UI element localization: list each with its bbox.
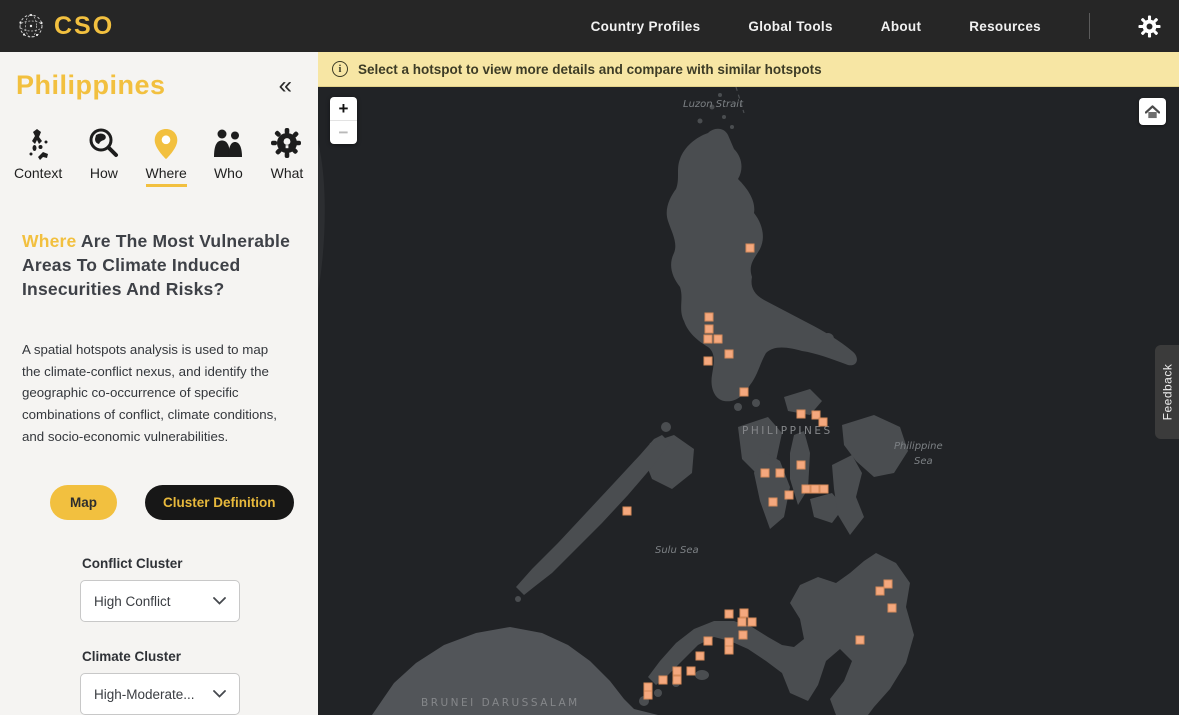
hotspot-marker[interactable] — [776, 469, 785, 478]
chevron-down-icon — [213, 597, 226, 605]
section-description: A spatial hotspots analysis is used to m… — [0, 339, 300, 447]
hotspot-marker[interactable] — [725, 646, 734, 655]
hotspot-marker[interactable] — [797, 461, 806, 470]
tab-label: How — [90, 165, 118, 187]
hotspot-marker[interactable] — [725, 350, 734, 359]
hotspot-marker[interactable] — [888, 604, 897, 613]
climate-cluster-label: Climate Cluster — [82, 649, 318, 664]
hotspot-marker[interactable] — [876, 587, 885, 596]
hotspot-marker[interactable] — [673, 676, 682, 685]
hotspot-marker[interactable] — [856, 636, 865, 645]
climate-cluster-filter: Climate Cluster High-Moderate... — [0, 649, 318, 715]
tab-where[interactable]: Where — [146, 125, 187, 187]
hotspot-marker[interactable] — [785, 491, 794, 500]
gear-bulb-icon — [270, 125, 304, 161]
conflict-cluster-label: Conflict Cluster — [82, 556, 318, 571]
hotspot-marker[interactable] — [705, 313, 714, 322]
nav-about[interactable]: About — [881, 19, 921, 34]
zoom-control: + − — [330, 97, 357, 144]
hotspot-marker[interactable] — [797, 410, 806, 419]
hotspot-marker[interactable] — [704, 357, 713, 366]
app-logo[interactable]: CSO — [0, 11, 114, 41]
hotspot-marker[interactable] — [746, 244, 755, 253]
philippines-map-icon — [21, 125, 55, 161]
map-button[interactable]: Map — [50, 485, 117, 520]
climate-cluster-value: High-Moderate... — [94, 687, 195, 702]
hotspot-marker[interactable] — [769, 498, 778, 507]
hotspot-marker[interactable] — [705, 325, 714, 334]
settings-gear-icon[interactable] — [1138, 15, 1161, 38]
nav-items: Country Profiles Global Tools About Reso… — [591, 13, 1179, 39]
collapse-sidebar-icon[interactable]: « — [279, 74, 292, 98]
globe-magnifier-icon — [87, 125, 121, 161]
tab-label: Where — [146, 165, 187, 187]
hotspot-marker[interactable] — [740, 388, 749, 397]
feedback-tab[interactable]: Feedback — [1155, 345, 1179, 439]
hotspot-marker[interactable] — [748, 618, 757, 627]
map-area: i Select a hotspot to view more details … — [318, 52, 1179, 715]
zoom-out-button[interactable]: − — [330, 121, 357, 144]
top-navbar: CSO Country Profiles Global Tools About … — [0, 0, 1179, 52]
map-canvas[interactable]: Luzon StraitPHILIPPINESPhilippineSeaSulu… — [318, 87, 1179, 715]
feedback-label: Feedback — [1160, 364, 1174, 421]
hotspot-marker[interactable] — [884, 580, 893, 589]
logo-text: CSO — [54, 12, 114, 41]
home-extent-button[interactable] — [1139, 98, 1166, 125]
hotspot-marker[interactable] — [802, 485, 811, 494]
hotspot-marker[interactable] — [623, 507, 632, 516]
nav-global-tools[interactable]: Global Tools — [748, 19, 832, 34]
hotspot-marker[interactable] — [704, 335, 713, 344]
network-globe-icon — [16, 11, 46, 41]
hotspot-marker[interactable] — [704, 637, 713, 646]
tab-who[interactable]: Who — [211, 125, 245, 187]
hotspot-marker[interactable] — [725, 610, 734, 619]
hotspot-marker[interactable] — [738, 618, 747, 627]
nav-country-profiles[interactable]: Country Profiles — [591, 19, 701, 34]
hotspot-marker[interactable] — [811, 485, 820, 494]
section-question: Where Are The Most Vulnerable Areas To C… — [0, 229, 318, 301]
cluster-definition-button[interactable]: Cluster Definition — [145, 485, 294, 520]
hotspot-marker[interactable] — [739, 631, 748, 640]
hotspot-marker[interactable] — [644, 691, 653, 700]
map-pin-icon — [150, 125, 182, 161]
hotspot-marker[interactable] — [659, 676, 668, 685]
tab-what[interactable]: What — [270, 125, 304, 187]
hotspot-marker[interactable] — [820, 485, 829, 494]
people-icon — [211, 125, 245, 161]
home-icon — [1145, 105, 1160, 119]
hotspot-marker[interactable] — [696, 652, 705, 661]
zoom-in-button[interactable]: + — [330, 97, 357, 121]
notice-text: Select a hotspot to view more details an… — [358, 62, 822, 77]
question-highlight: Where — [22, 231, 76, 251]
nav-divider — [1089, 13, 1090, 39]
tab-label: What — [271, 165, 304, 187]
climate-cluster-select[interactable]: High-Moderate... — [80, 673, 240, 715]
sidebar: Philippines « Context — [0, 52, 318, 715]
tab-label: Context — [14, 165, 62, 187]
country-title: Philippines — [16, 70, 166, 101]
hotspot-marker[interactable] — [740, 609, 749, 618]
conflict-cluster-select[interactable]: High Conflict — [80, 580, 240, 622]
nav-resources[interactable]: Resources — [969, 19, 1041, 34]
tab-context[interactable]: Context — [14, 125, 62, 187]
chevron-down-icon — [213, 690, 226, 698]
section-tabs: Context How Where — [0, 125, 318, 187]
info-icon: i — [332, 61, 348, 77]
tab-label: Who — [214, 165, 243, 187]
hotspot-marker[interactable] — [761, 469, 770, 478]
conflict-cluster-filter: Conflict Cluster High Conflict — [0, 556, 318, 622]
hotspot-marker[interactable] — [714, 335, 723, 344]
conflict-cluster-value: High Conflict — [94, 594, 171, 609]
view-toggle: Map Cluster Definition — [0, 485, 318, 520]
notice-banner: i Select a hotspot to view more details … — [318, 52, 1179, 87]
hotspot-marker[interactable] — [819, 418, 828, 427]
tab-how[interactable]: How — [87, 125, 121, 187]
hotspot-marker[interactable] — [673, 667, 682, 676]
hotspot-marker[interactable] — [687, 667, 696, 676]
